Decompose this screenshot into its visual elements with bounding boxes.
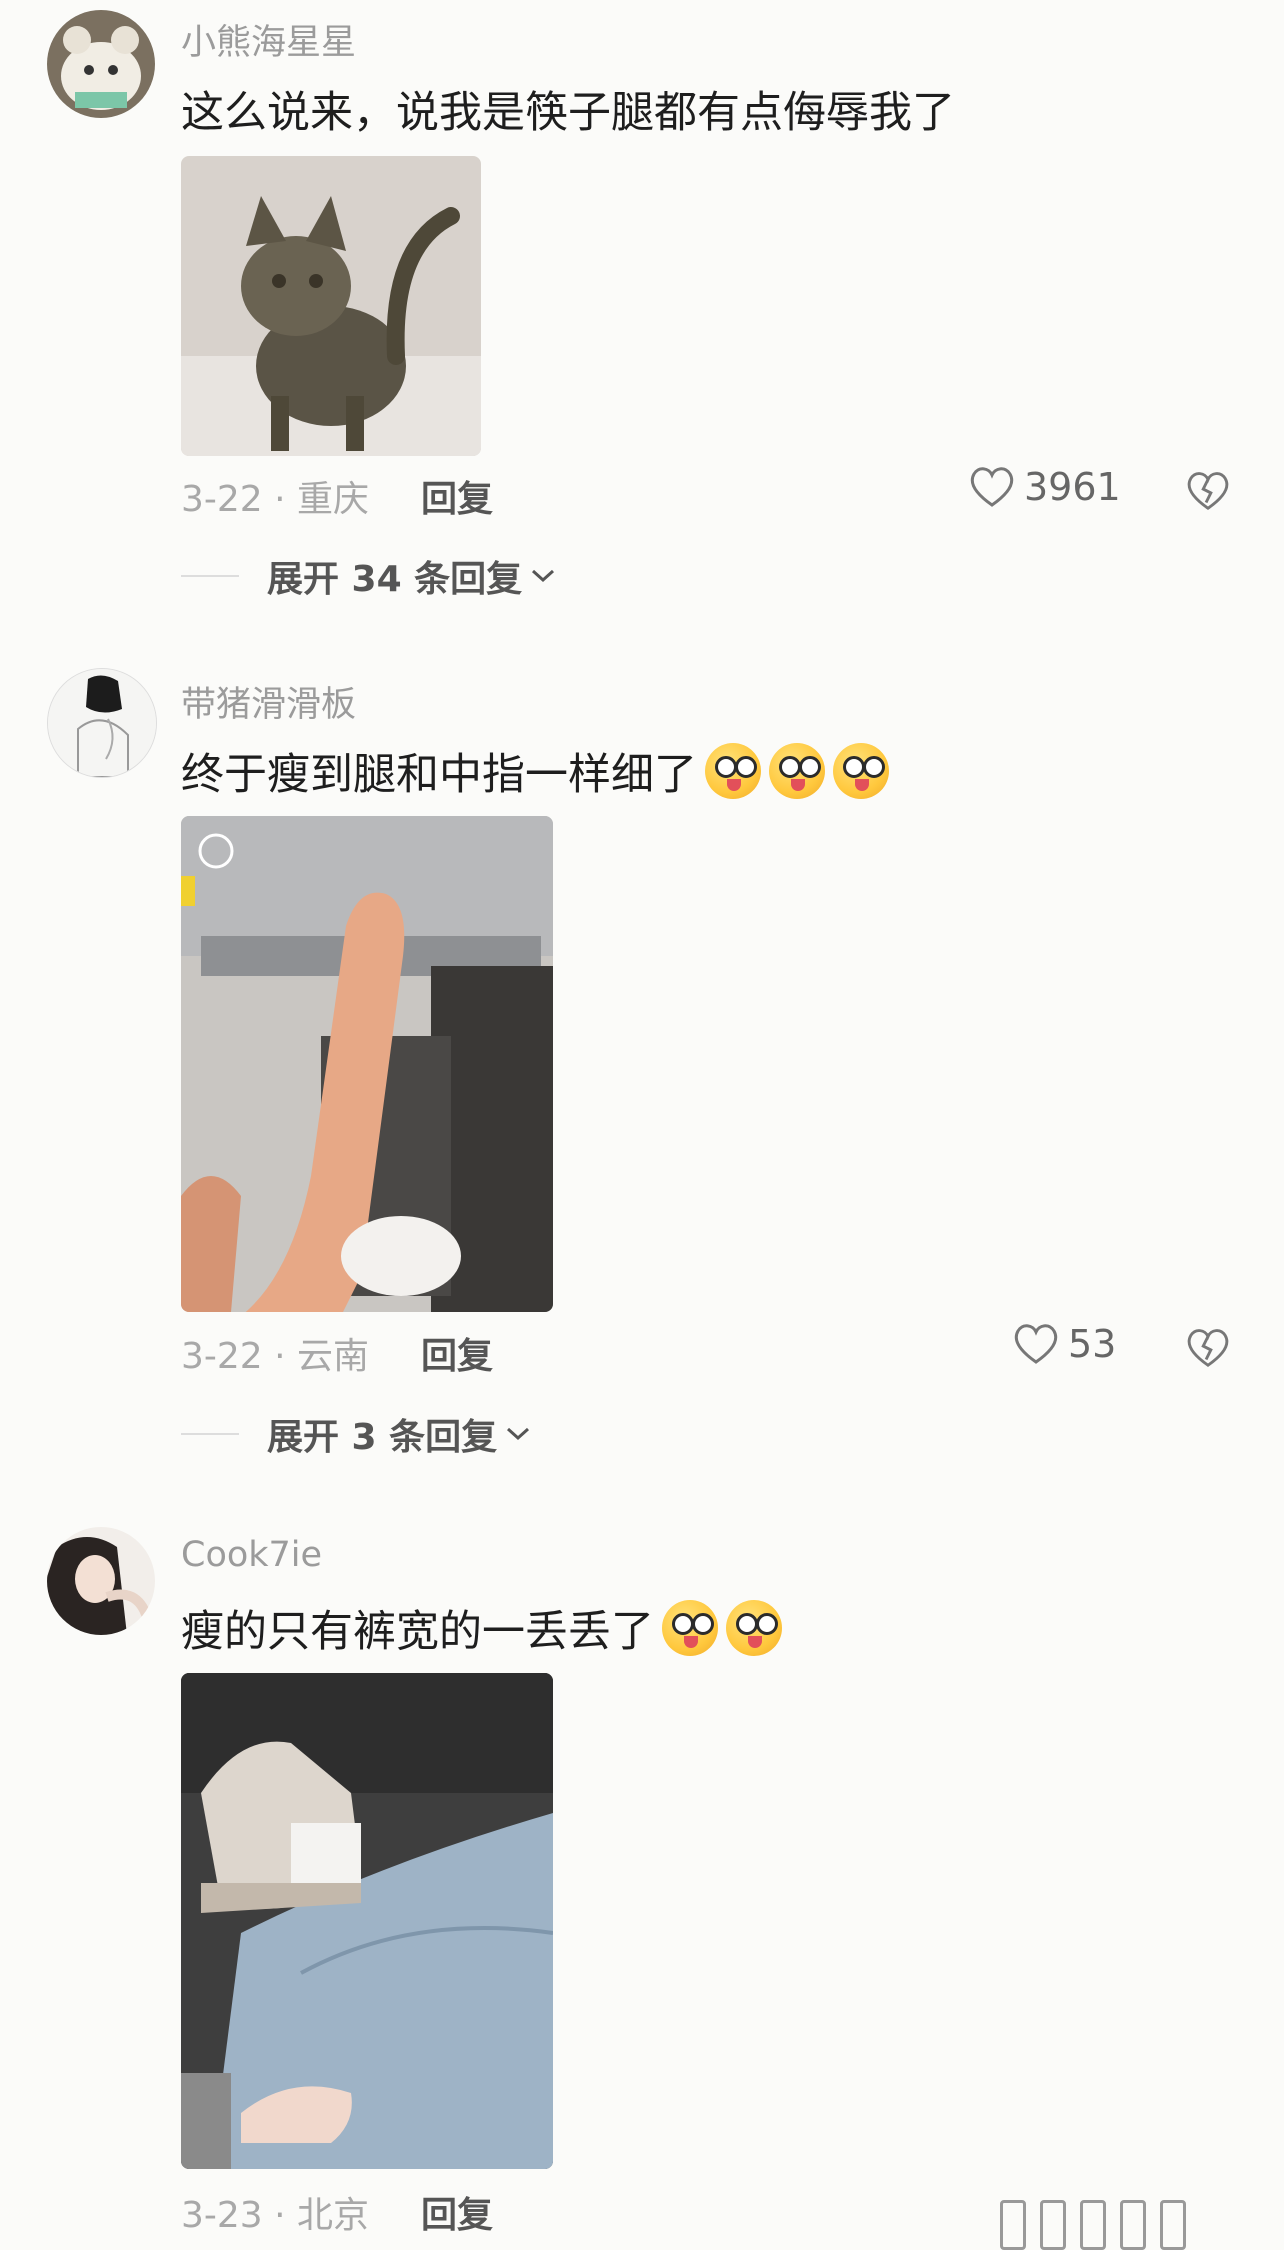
comment-image[interactable] [181,816,553,1312]
comment-text: 瘦的只有裤宽的一丢丢了 [181,1597,782,1659]
like-button[interactable]: 3961 [968,465,1121,509]
avatar[interactable] [47,10,155,118]
date-location: 3-22 · 重庆 [181,479,370,520]
emoji-icon [726,1600,782,1656]
expand-replies[interactable]: 展开 34 条回复 [181,550,556,602]
comment-text-content: 这么说来，说我是筷子腿都有点侮辱我了 [181,88,955,138]
broken-heart-icon [1187,472,1229,511]
username[interactable]: 小熊海星星 [181,14,356,65]
dislike-button[interactable] [1185,1326,1231,1374]
like-count: 3961 [1024,465,1121,509]
reply-button[interactable]: 回复 [421,1327,493,1379]
chevron-down-icon [507,1427,530,1441]
dislike-button[interactable] [1185,469,1231,517]
comment-text-content: 瘦的只有裤宽的一丢丢了 [181,1607,654,1657]
reply-button[interactable]: 回复 [421,2186,493,2238]
broken-heart-icon [1187,1329,1229,1368]
comment-text: 这么说来，说我是筷子腿都有点侮辱我了 [181,78,955,140]
date-location: 3-23 · 北京 [181,2195,370,2236]
avatar[interactable] [47,668,157,778]
expand-replies[interactable]: 展开 3 条回复 [181,1408,531,1460]
chevron-down-icon [532,569,555,583]
emoji-icon [662,1600,718,1656]
expand-replies-label: 展开 3 条回复 [267,1417,498,1458]
date-location: 3-22 · 云南 [181,1336,370,1377]
like-count: 53 [1068,1322,1117,1366]
like-button[interactable]: 53 [1012,1322,1116,1366]
watermark-logo [1000,2200,1186,2250]
avatar[interactable] [47,1527,155,1635]
username[interactable]: Cook7ie [181,1535,322,1575]
comment-image[interactable] [181,156,481,456]
comment-text: 终于瘦到腿和中指一样细了 [181,740,889,802]
divider [181,575,239,577]
emoji-icon [769,743,825,799]
divider [181,1433,239,1435]
reply-button[interactable]: 回复 [421,470,493,522]
emoji-icon [705,743,761,799]
comment-image[interactable] [181,1673,553,2169]
username[interactable]: 带猪滑滑板 [181,676,356,727]
heart-icon [1014,1324,1058,1364]
expand-replies-label: 展开 34 条回复 [267,559,523,600]
heart-icon [970,467,1014,507]
emoji-icon [833,743,889,799]
comment-text-content: 终于瘦到腿和中指一样细了 [181,750,697,800]
